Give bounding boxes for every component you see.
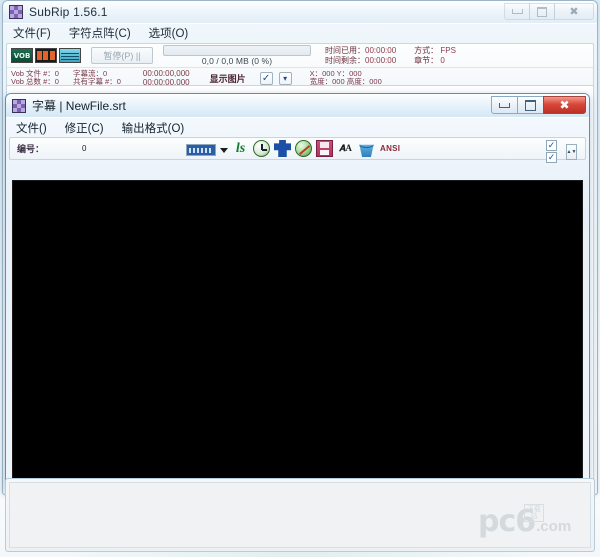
- main-maximize-button[interactable]: [529, 3, 555, 20]
- subtitle-toolbar-right: ✓ ✓ ▲▼: [540, 140, 577, 164]
- sub-menu-item-corrections[interactable]: 修正(C): [65, 120, 104, 136]
- time-info: 时间已用：00:00:00 时间剩余：00:00:00: [325, 46, 396, 65]
- stream-counters: 字幕流：0 共有字幕 #：0: [73, 69, 121, 87]
- subtitle-minimize-button[interactable]: [491, 96, 518, 114]
- option-checkbox-bottom[interactable]: ✓: [546, 152, 557, 163]
- save-icon[interactable]: [316, 140, 333, 157]
- time-used-value: 00:00:00: [365, 46, 397, 55]
- main-menubar: 文件(F) 字符点阵(C) 选项(O): [3, 24, 597, 42]
- time-used-label: 时间已用：: [325, 46, 365, 55]
- minimize-icon: [499, 102, 510, 108]
- subtitle-toolbar: 编号： 0 ls 𝑨A ANSI ✓ ✓ ▲▼: [9, 137, 586, 163]
- subtitle-window: 字幕 | NewFile.srt ✖ 文件() 修正(C) 输出格式(O) 编号…: [5, 93, 590, 491]
- encoding-label: ANSI: [380, 144, 401, 153]
- progress-area: 0,0 / 0,0 MB (0 %): [163, 45, 311, 66]
- font-style-icon[interactable]: ls: [232, 140, 249, 157]
- show-picture-dropdown[interactable]: ▾: [278, 71, 292, 85]
- subtitle-number-label: 编号：: [17, 144, 45, 154]
- screen-root: SubRip 1.56.1 ✖ 文件(F) 字符点阵(C) 选项(O) VOB …: [0, 0, 600, 557]
- chapter-label: 章节：: [414, 55, 439, 65]
- sub-menu-item-output-format[interactable]: 输出格式(O): [122, 120, 185, 136]
- checkbox-group: ✓ ✓: [546, 140, 557, 164]
- menu-item-options[interactable]: 选项(O): [149, 25, 189, 41]
- trash-bucket-icon[interactable]: [359, 144, 374, 157]
- subtitle-window-titlebar[interactable]: 字幕 | NewFile.srt ✖: [6, 94, 589, 118]
- maximize-icon: [537, 6, 547, 17]
- spellcheck-globe-icon[interactable]: [295, 140, 312, 157]
- time-left-label: 时间剩余：: [325, 55, 365, 65]
- subrip-app-icon: [9, 5, 23, 19]
- clock-icon[interactable]: [253, 140, 270, 157]
- mode-info: 方式： FPS 章节： 0: [414, 46, 456, 65]
- vob-counters: Vob 文件 #：0 Vob 总数 #：0: [11, 69, 59, 87]
- maximize-icon: [525, 99, 536, 111]
- bottom-status-text-area[interactable]: [9, 482, 591, 548]
- progress-text: 0,0 / 0,0 MB (0 %): [201, 56, 273, 66]
- menu-item-file[interactable]: 文件(F): [13, 25, 51, 41]
- format-dropdown[interactable]: [186, 143, 216, 156]
- show-picture-label: 显示图片: [209, 73, 246, 84]
- show-picture-checkbox[interactable]: ✓: [259, 71, 273, 85]
- chapter-value: 0: [440, 55, 445, 65]
- option-checkbox-top[interactable]: ✓: [546, 140, 557, 151]
- subtitle-number-value: 0: [82, 144, 87, 153]
- subtitle-app-icon: [12, 98, 26, 113]
- dimension-info: X：000 Y：000 宽度：000 高度：000: [310, 69, 382, 87]
- timecode-start: 00:00:00,000: [142, 69, 190, 78]
- bottom-status-panel: [5, 478, 595, 552]
- progress-bar: [163, 45, 311, 56]
- pause-button[interactable]: 暂停(P) ||: [91, 47, 153, 64]
- main-window-title: SubRip 1.56.1: [29, 5, 108, 19]
- subtitle-close-button[interactable]: ✖: [543, 96, 586, 114]
- subtitle-menubar: 文件() 修正(C) 输出格式(O): [6, 118, 589, 137]
- main-toolbar-row-primary: 暂停(P) || 0,0 / 0,0 MB (0 %) 时间已用：00:00:0…: [7, 44, 593, 67]
- vob-format-icon[interactable]: [11, 48, 33, 63]
- value-spinner[interactable]: ▲▼: [566, 144, 577, 160]
- font-size-icon[interactable]: 𝑨A: [337, 140, 354, 157]
- subtitle-maximize-button[interactable]: [517, 96, 544, 114]
- subtitle-preview-canvas[interactable]: [12, 180, 583, 484]
- main-window-buttons: ✖: [504, 3, 594, 20]
- main-minimize-button[interactable]: [504, 3, 530, 20]
- matrix-icon[interactable]: [59, 48, 81, 63]
- main-window-titlebar[interactable]: SubRip 1.56.1 ✖: [3, 1, 597, 24]
- puzzle-icon[interactable]: [274, 140, 291, 157]
- chevron-down-icon[interactable]: [220, 147, 228, 153]
- mode-value: FPS: [440, 46, 456, 55]
- menu-item-character-matrix[interactable]: 字符点阵(C): [69, 25, 131, 41]
- mode-label: 方式：: [414, 46, 439, 55]
- main-close-button[interactable]: ✖: [554, 3, 594, 20]
- subtitle-toolbar-icons: ls 𝑨A ANSI: [186, 140, 400, 157]
- subtitle-window-buttons: ✖: [491, 96, 586, 114]
- close-icon: ✖: [569, 5, 579, 18]
- close-icon: ✖: [559, 98, 570, 112]
- bitmap-icon[interactable]: [35, 48, 57, 63]
- minimize-icon: [511, 9, 523, 14]
- time-left-value: 00:00:00: [365, 55, 397, 65]
- subtitle-window-title: 字幕 | NewFile.srt: [32, 99, 126, 113]
- sub-menu-item-file[interactable]: 文件(): [16, 120, 47, 136]
